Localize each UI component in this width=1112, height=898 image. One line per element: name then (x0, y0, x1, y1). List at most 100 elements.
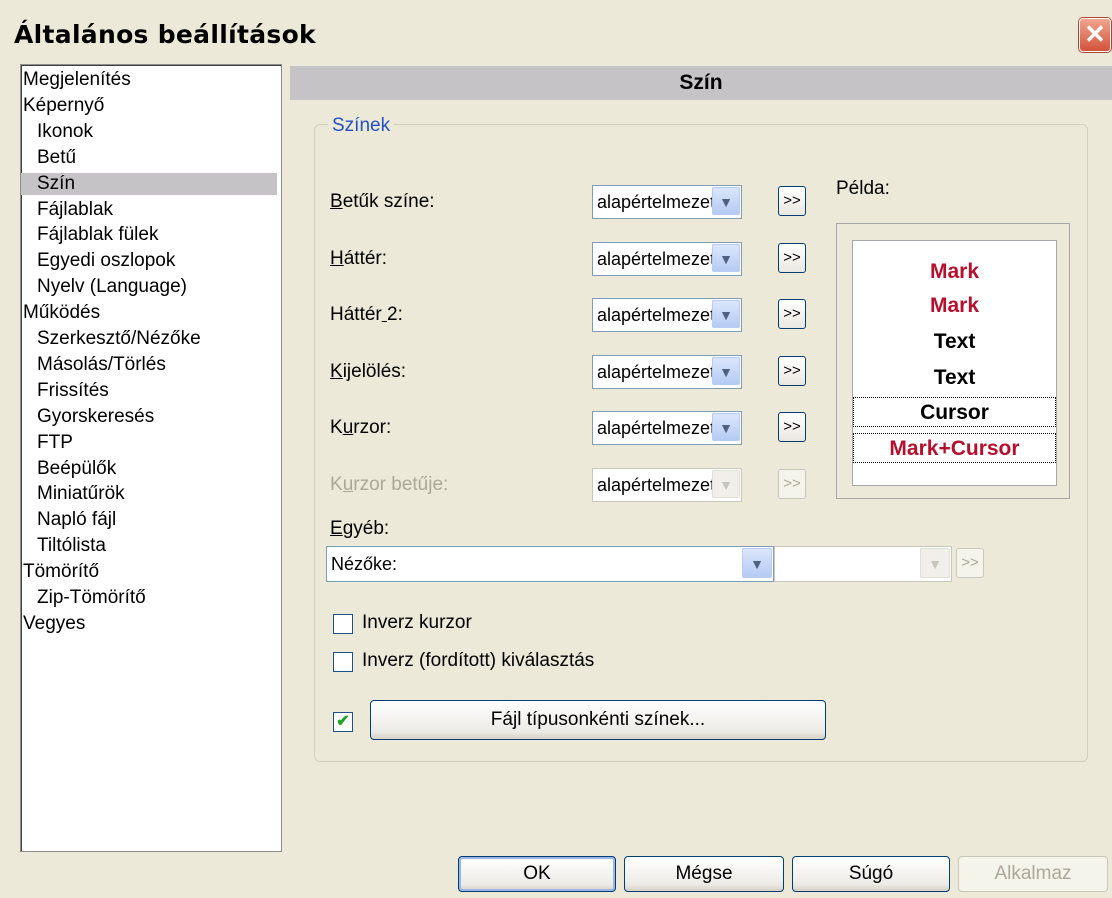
cancel-button[interactable]: Mégse (624, 856, 784, 892)
tree-item-label: Napló fájl (37, 509, 117, 531)
tree-item[interactable]: Beépülők (21, 458, 277, 480)
tree-item[interactable]: Vegyes (21, 613, 277, 635)
tree-item[interactable]: Működés (21, 302, 277, 324)
tree-item[interactable]: Fájlablak fülek (21, 224, 277, 246)
color-select[interactable]: alapértelmezet ▼ (592, 411, 742, 445)
preview-mark: Mark (929, 260, 980, 283)
tree-item-label: Egyedi oszlopok (37, 250, 176, 272)
other-color-select: ▼ (774, 546, 952, 582)
chevron-down-icon[interactable]: ▼ (712, 413, 740, 441)
color-select-value: alapértelmezet (597, 305, 713, 325)
inverse-cursor-checkbox[interactable] (333, 614, 353, 634)
example-label: Példa: (836, 178, 890, 199)
color-select-value: alapértelmezet (597, 192, 713, 212)
other-label: Egyéb: (330, 518, 390, 539)
chevron-down-icon[interactable]: ▼ (742, 548, 772, 578)
tree-item-label: Másolás/Törlés (37, 353, 166, 375)
tree-item-label: Betű (37, 146, 77, 168)
filetype-colors-checkbox[interactable]: ✔ (333, 712, 353, 732)
color-more-button[interactable]: >> (778, 186, 806, 216)
color-row-label: Kurzor betűje: (330, 473, 449, 495)
chevron-down-icon[interactable]: ▼ (712, 356, 740, 385)
tree-item-label: Megjelenítés (23, 69, 131, 90)
preview-cursor: Cursor (853, 397, 1056, 427)
window-title: Általános beállítások (14, 20, 316, 49)
tree-item-label: FTP (37, 431, 73, 453)
tree-item-label: Frissítés (37, 379, 109, 401)
tree-item[interactable]: Miniatűrök (21, 483, 277, 505)
color-more-button[interactable]: >> (778, 412, 806, 442)
tree-item[interactable]: Szerkesztő/Nézőke (21, 328, 277, 350)
chevron-down-icon[interactable]: ▼ (712, 243, 740, 272)
help-button[interactable]: Súgó (792, 856, 950, 892)
tree-item-label: Szín (37, 172, 76, 194)
color-select-value: alapértelmezet (597, 418, 713, 438)
color-row-label: Kurzor: (330, 417, 392, 438)
color-select-value: alapértelmezet (597, 474, 713, 495)
color-more-button[interactable]: >> (778, 355, 806, 386)
tree-item[interactable]: Napló fájl (21, 509, 277, 531)
chevron-down-icon: ▼ (712, 469, 740, 498)
color-row-label: Háttér: (330, 247, 388, 269)
checkmark-icon: ✔ (336, 713, 350, 730)
tree-item[interactable]: Zip-Tömörítő (21, 587, 277, 609)
window-border (0, 60, 8, 898)
inverse-selection-checkbox[interactable] (333, 652, 353, 672)
panel-header: Szín (290, 66, 1112, 100)
color-row-label: Háttér 2: (330, 304, 403, 325)
tree-item-label: Tömörítő (23, 561, 100, 583)
tree-item-label: Fájlablak (37, 198, 114, 220)
color-select[interactable]: alapértelmezet ▼ (592, 241, 742, 276)
inverse-cursor-label[interactable]: Inverz kurzor (362, 612, 472, 634)
tree-item[interactable]: Képernyő (21, 95, 277, 117)
tree-item[interactable]: Gyorskeresés (21, 406, 277, 428)
tree-item-label: Vegyes (23, 612, 86, 634)
tree-item-label: Tiltólista (37, 535, 106, 557)
colors-group-title: Színek (328, 115, 395, 137)
color-row-label: Betűk színe: (330, 191, 435, 212)
tree-item[interactable]: Egyedi oszlopok (21, 250, 277, 272)
filetype-colors-button[interactable]: Fájl típusonkénti színek... (370, 700, 826, 740)
settings-tree[interactable]: Megjelenítés Képernyő Ikonok Betű Szín Fájlab… (20, 64, 282, 852)
color-select[interactable]: alapértelmezet ▼ (592, 354, 742, 389)
preview-text: Text (933, 366, 976, 389)
preview-mark-cursor: Mark+Cursor (853, 433, 1056, 463)
tree-item-label: Miniatűrök (37, 483, 125, 505)
close-icon: ✕ (1084, 19, 1106, 49)
tree-item-label: Nyelv (Language) (37, 276, 187, 298)
preview-box: Mark Mark Text Text Cursor Mark+Cursor (852, 240, 1057, 486)
chevron-down-icon[interactable]: ▼ (712, 187, 740, 215)
tree-item[interactable]: Tömörítő (21, 561, 277, 583)
tree-item[interactable]: Frissítés (21, 380, 277, 402)
color-row-label: Kijelölés: (330, 360, 407, 382)
close-button[interactable]: ✕ (1079, 18, 1111, 52)
tree-item[interactable]: Nyelv (Language) (21, 276, 277, 298)
color-select[interactable]: alapértelmezet ▼ (592, 298, 742, 332)
tree-item[interactable]: Fájlablak (21, 199, 277, 221)
tree-item-label: Képernyő (23, 94, 105, 116)
ok-button[interactable]: OK (458, 856, 616, 892)
tree-item[interactable]: Megjelenítés (21, 69, 277, 91)
tree-item-label: Zip-Tömörítő (37, 587, 146, 608)
tree-item[interactable]: FTP (21, 432, 277, 454)
other-element-value: Nézőke: (331, 554, 398, 574)
chevron-down-icon: ▼ (920, 548, 950, 578)
color-select: alapértelmezet ▼ (592, 467, 742, 502)
tree-item[interactable]: Szín (21, 172, 277, 195)
tree-item[interactable]: Másolás/Törlés (21, 354, 277, 376)
tree-item-label: Működés (23, 302, 101, 324)
preview-mark: Mark (929, 294, 980, 317)
tree-item-label: Ikonok (37, 120, 93, 142)
color-more-button[interactable]: >> (778, 299, 806, 329)
other-element-select[interactable]: Nézőke: ▼ (326, 546, 774, 582)
tree-item[interactable]: Ikonok (21, 121, 277, 143)
tree-item[interactable]: Betű (21, 147, 277, 169)
color-more-button[interactable]: >> (778, 242, 806, 273)
chevron-down-icon[interactable]: ▼ (712, 300, 740, 328)
inverse-selection-label[interactable]: Inverz (fordított) kiválasztás (362, 650, 594, 672)
tree-item[interactable]: Tiltólista (21, 535, 277, 557)
color-select[interactable]: alapértelmezet ▼ (592, 185, 742, 219)
tree-item-label: Szerkesztő/Nézőke (37, 328, 201, 349)
color-more-button: >> (778, 468, 806, 499)
tree-item-label: Beépülők (37, 457, 117, 479)
